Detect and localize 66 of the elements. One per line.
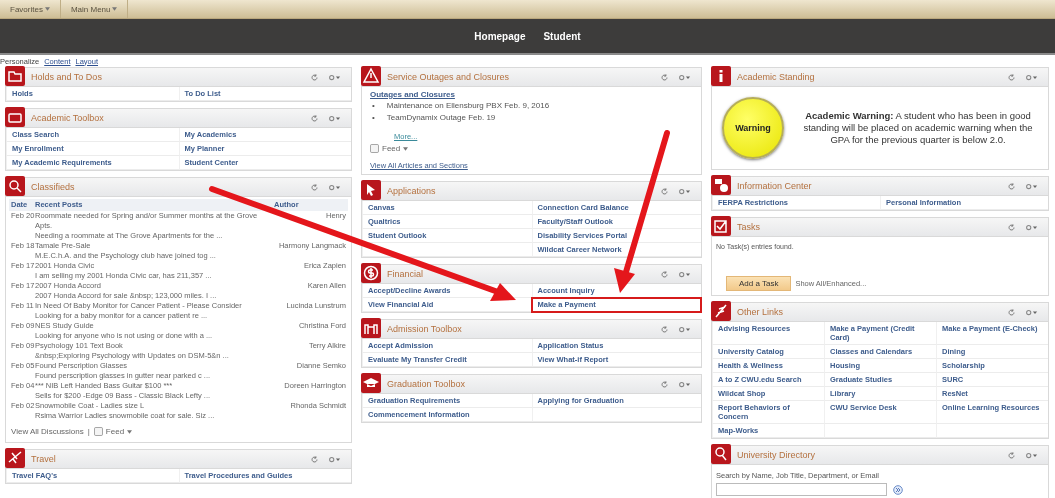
page-title: Homepage <box>474 30 526 42</box>
outages-link[interactable]: Outages and Closures <box>370 90 693 99</box>
gear-menu-icon[interactable] <box>328 183 341 191</box>
gear-menu-icon[interactable] <box>1025 223 1038 231</box>
pagelet-title: Financial <box>386 269 425 279</box>
outage-item: Maintenance on Ellensburg PBX Feb. 9, 2016 <box>386 100 550 112</box>
feed-icon <box>370 144 379 153</box>
gear-menu-icon[interactable] <box>678 380 691 388</box>
pagelet-title: Service Outages and Closures <box>386 72 511 82</box>
gear-menu-icon[interactable] <box>1025 308 1038 316</box>
refresh-icon[interactable] <box>1008 223 1015 231</box>
gear-menu-icon[interactable] <box>328 455 341 463</box>
feed-link[interactable]: Feed <box>105 427 125 436</box>
menu-item[interactable]: Favorites <box>0 0 61 18</box>
page-subtitle: Student <box>543 30 581 42</box>
pagelet-title: Holds and To Dos <box>30 72 103 82</box>
pagelet-title: Other Links <box>736 307 785 317</box>
bullet: • <box>372 100 375 112</box>
refresh-icon[interactable] <box>311 455 318 463</box>
view-all-link[interactable]: View All Discussions <box>11 427 84 436</box>
refresh-icon[interactable] <box>661 380 668 388</box>
refresh-icon[interactable] <box>661 73 668 81</box>
gear-menu-icon[interactable] <box>678 325 691 333</box>
separator: | <box>87 427 90 436</box>
refresh-icon[interactable] <box>1008 73 1015 81</box>
pagelet-title: University Directory <box>736 450 816 460</box>
pagelet-title: Applications <box>386 186 437 196</box>
caret-icon <box>127 429 133 434</box>
gear-menu-icon[interactable] <box>1025 451 1038 459</box>
gear-menu-icon[interactable] <box>678 270 691 278</box>
gear-menu-icon[interactable] <box>328 73 341 81</box>
pagelet-title: Information Center <box>736 181 813 191</box>
refresh-icon[interactable] <box>661 270 668 278</box>
pagelet-title: Admission Toolbox <box>386 324 463 334</box>
refresh-icon[interactable] <box>311 73 318 81</box>
warning-badge: Warning <box>722 97 784 159</box>
menu-item[interactable]: Main Menu <box>60 0 129 18</box>
refresh-icon[interactable] <box>1008 182 1015 190</box>
pagelet-title: Travel <box>30 454 57 464</box>
gear-menu-icon[interactable] <box>328 114 341 122</box>
refresh-icon[interactable] <box>311 114 318 122</box>
gear-menu-icon[interactable] <box>678 187 691 195</box>
refresh-icon[interactable] <box>1008 451 1015 459</box>
refresh-icon[interactable] <box>661 325 668 333</box>
directory-search-field[interactable] <box>716 483 887 496</box>
caret-icon <box>403 146 409 151</box>
gear-menu-icon[interactable] <box>678 73 691 81</box>
refresh-icon[interactable] <box>311 183 318 191</box>
caret-icon <box>44 7 50 11</box>
pagelet-title: Graduation Toolbox <box>386 379 466 389</box>
pagelet-title: Classifieds <box>30 182 76 192</box>
warning-message: Academic Warning: A student who has been in good standing will be placed on academic warning when the GPA for the previous quarter is below 2.0. <box>802 110 1034 146</box>
pagelet-title: Academic Toolbox <box>30 113 105 123</box>
outage-item: TeamDynamix Outage Feb. 19 <box>386 112 496 124</box>
go-icon[interactable] <box>893 484 903 495</box>
pagelet-title: Tasks <box>736 222 761 232</box>
pagelet-title: Academic Standing <box>736 72 816 82</box>
refresh-icon[interactable] <box>661 187 668 195</box>
feed-icon <box>93 427 103 436</box>
caret-icon <box>112 7 118 11</box>
gear-menu-icon[interactable] <box>1025 73 1038 81</box>
add-task-button[interactable]: Add a Task <box>726 276 792 291</box>
gear-menu-icon[interactable] <box>1025 182 1038 190</box>
feed-link[interactable]: Feed <box>382 144 401 153</box>
bullet: • <box>372 112 375 124</box>
refresh-icon[interactable] <box>1008 308 1015 316</box>
